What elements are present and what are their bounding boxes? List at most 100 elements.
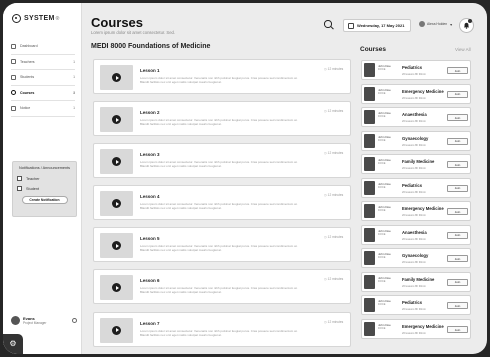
lesson-duration: ◷ 12 minutes: [324, 277, 344, 282]
lesson-card[interactable]: Lesson 1 Lorem ipsum dolor sit amet cons…: [93, 59, 351, 94]
play-icon[interactable]: [112, 73, 121, 82]
join-button[interactable]: Join: [447, 302, 468, 310]
join-button[interactable]: Join: [447, 137, 468, 145]
join-button[interactable]: Join: [447, 208, 468, 216]
course-card[interactable]: John Doe DOCE Pediatrics 20 lessons 8h 30mi…: [361, 295, 471, 316]
search-icon[interactable]: [324, 20, 334, 30]
teacher-checkbox[interactable]: Teacher: [17, 176, 72, 181]
course-name: Gynaecology: [402, 135, 429, 141]
join-button[interactable]: Join: [447, 326, 468, 334]
sidebar-item-courses[interactable]: Courses 3: [11, 86, 75, 101]
join-button[interactable]: Join: [447, 90, 468, 98]
lesson-card[interactable]: Lesson 2 Lorem ipsum dolor sit amet cons…: [93, 101, 351, 137]
author-role: DOCE: [378, 256, 386, 260]
play-icon[interactable]: [112, 283, 121, 293]
teachers-icon: [11, 59, 16, 65]
course-card[interactable]: John Doe DOCE Anaesthesia 20 lessons 8h 30m…: [361, 107, 471, 128]
student-checkbox[interactable]: Student: [17, 186, 72, 191]
lesson-duration: ◷ 12 minutes: [324, 193, 344, 198]
avatar: [11, 315, 20, 325]
bell-icon[interactable]: [459, 18, 474, 33]
lesson-thumbnail[interactable]: [100, 107, 133, 133]
author-avatar: [364, 298, 375, 313]
join-button[interactable]: Join: [447, 114, 468, 122]
course-card[interactable]: John Doe DOCE Gynaecology 20 lessons 8h 30m…: [361, 130, 471, 151]
author-role: DOCE: [378, 162, 386, 166]
course-card[interactable]: John Doe DOCE Emergency Medicine 20 lessons…: [361, 201, 471, 222]
sidebar-item-label: Courses: [20, 90, 35, 95]
lesson-thumbnail[interactable]: [100, 149, 133, 175]
course-card[interactable]: John Doe DOCE Anaesthesia 20 lessons 8h 30m…: [361, 224, 471, 245]
play-icon[interactable]: [112, 115, 121, 125]
lesson-duration: ◷ 12 minutes: [324, 67, 344, 71]
course-card[interactable]: John Doe DOCE Gynaecology 20 lessons 8h 30m…: [361, 248, 471, 269]
settings-icon[interactable]: [72, 317, 77, 323]
author-role: DOCE: [378, 138, 386, 142]
view-all-link[interactable]: View All: [455, 47, 471, 52]
join-button[interactable]: Join: [447, 184, 468, 192]
checkbox-box[interactable]: [17, 186, 22, 191]
lesson-card[interactable]: Lesson 5 Lorem ipsum dolor sit amet cons…: [93, 227, 351, 263]
course-meta: 20 lessons 8h 30min: [402, 261, 426, 265]
app-name: SYSTEM: [24, 15, 55, 22]
profile-menu[interactable]: Alexa Holden ▾: [419, 21, 452, 27]
play-icon[interactable]: [112, 157, 121, 167]
notifications-panel: Notifications / Announcements Teacher St…: [12, 161, 77, 217]
notification-badge: [468, 19, 472, 23]
lesson-card[interactable]: Lesson 3 Lorem ipsum dolor sit amet cons…: [93, 143, 351, 179]
join-button[interactable]: Join: [447, 278, 468, 286]
course-meta: 20 lessons 8h 30min: [402, 214, 426, 218]
sidebar-item-students[interactable]: Students 1: [11, 70, 75, 86]
course-name: Family Medicine: [402, 159, 435, 165]
play-icon[interactable]: [112, 241, 121, 251]
play-icon[interactable]: [112, 199, 121, 209]
lesson-card[interactable]: Lesson 7 Lorem ipsum dolor sit amet cons…: [93, 311, 351, 347]
sidebar-item-notice[interactable]: Notice 1: [11, 101, 75, 117]
gear-icon[interactable]: ⚙: [3, 334, 23, 354]
join-button[interactable]: Join: [447, 231, 468, 239]
course-card[interactable]: John Doe DOCE Pediatrics 20 lessons 8h 30mi…: [361, 60, 471, 80]
date-picker[interactable]: Wednesday, 17 May 2021: [343, 19, 411, 32]
lesson-thumbnail[interactable]: [100, 233, 133, 259]
sidebar-item-teachers[interactable]: Teachers 1: [11, 55, 75, 70]
sidebar-item-dashboard[interactable]: Dashboard: [11, 39, 75, 55]
lesson-thumbnail[interactable]: [100, 275, 133, 301]
course-card[interactable]: John Doe DOCE Family Medicine 20 lessons 8h…: [361, 154, 471, 175]
course-name: Pediatrics: [402, 300, 423, 306]
sidebar: SYSTEM ® Dashboard Teachers 1 Students 1: [3, 3, 82, 354]
course-card[interactable]: John Doe DOCE Pediatrics 20 lessons 8h 30mi…: [361, 177, 471, 198]
current-date: Wednesday, 17 May 2021: [357, 23, 405, 28]
play-icon[interactable]: [112, 325, 121, 335]
notifications-title: Notifications / Announcements: [18, 166, 71, 170]
course-meta: 20 lessons 8h 30min: [402, 96, 426, 100]
app-name-suffix: ®: [55, 15, 60, 22]
app-logo[interactable]: SYSTEM ®: [12, 14, 60, 23]
lesson-card[interactable]: Lesson 4 Lorem ipsum dolor sit amet cons…: [93, 185, 351, 221]
join-button[interactable]: Join: [447, 67, 468, 74]
create-notification-button[interactable]: Create Notification: [21, 196, 68, 204]
lesson-card[interactable]: Lesson 6 Lorem ipsum dolor sit amet cons…: [93, 269, 351, 305]
course-name: Pediatrics: [402, 65, 423, 70]
course-meta: 20 lessons 8h 30min: [402, 332, 426, 336]
app-window: SYSTEM ® Dashboard Teachers 1 Students 1: [3, 3, 487, 354]
author-avatar: [364, 180, 375, 195]
lesson-thumbnail[interactable]: [100, 317, 133, 343]
course-name: Emergency Medicine: [402, 88, 444, 94]
join-button[interactable]: Join: [447, 255, 468, 263]
lesson-description: Lorem ipsum dolor sit amet consectetur. …: [140, 160, 298, 169]
lesson-thumbnail[interactable]: [100, 65, 133, 90]
students-icon: [11, 74, 16, 80]
checkbox-box[interactable]: [17, 176, 22, 181]
course-name: Emergency Medicine: [402, 324, 444, 330]
join-button[interactable]: Join: [447, 161, 468, 169]
course-card[interactable]: John Doe DOCE Emergency Medicine 20 lessons…: [361, 83, 471, 104]
lesson-thumbnail[interactable]: [100, 191, 133, 217]
course-card[interactable]: John Doe DOCE Emergency Medicine 20 lessons…: [361, 319, 471, 340]
course-card[interactable]: John Doe DOCE Family Medicine 20 lessons 8h…: [361, 271, 471, 292]
course-meta: 20 lessons 8h 30min: [402, 284, 426, 288]
checkbox-label: Student: [26, 186, 40, 191]
checkbox-label: Teacher: [26, 176, 40, 181]
lesson-description: Lorem ipsum dolor sit amet consectetur. …: [140, 328, 298, 337]
user-card[interactable]: Evans Project Manager: [11, 312, 77, 328]
lesson-list: Lesson 1 Lorem ipsum dolor sit amet cons…: [93, 59, 351, 354]
